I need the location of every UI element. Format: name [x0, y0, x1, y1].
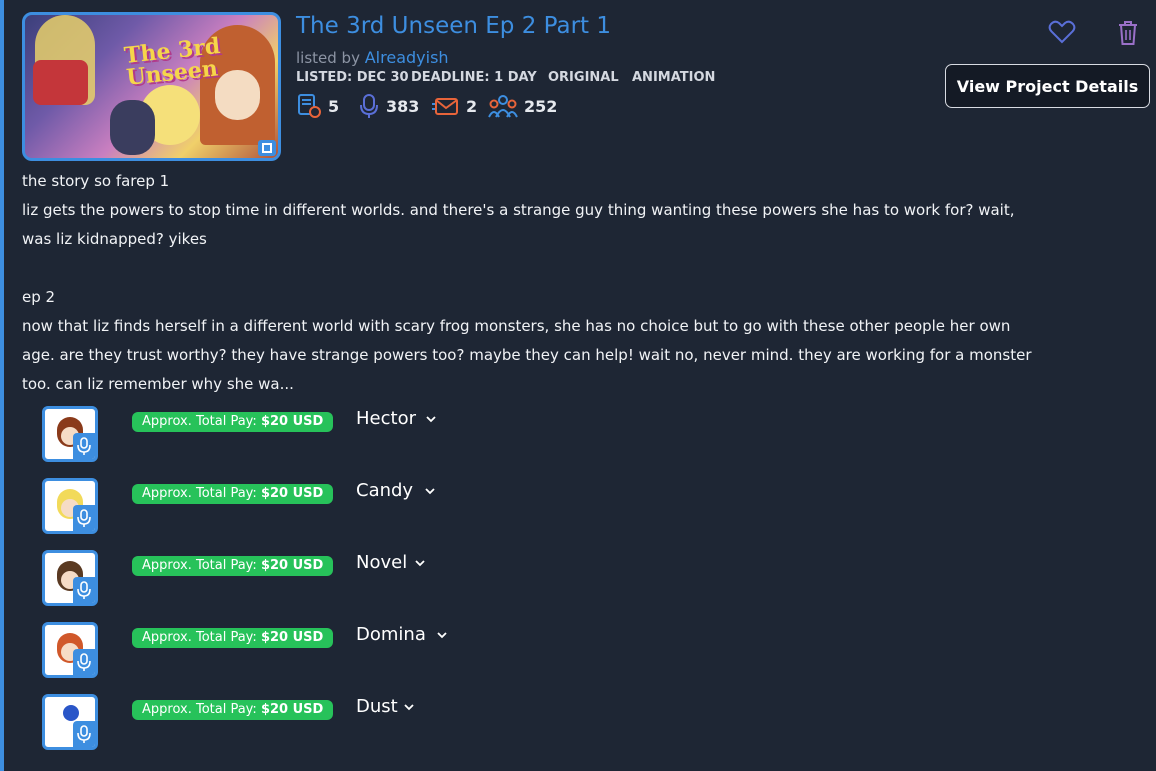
chevron-down-icon[interactable]: [404, 702, 414, 712]
microphone-icon: [73, 433, 95, 459]
pay-value: $20 USD: [260, 486, 324, 501]
stat-messages: 2: [432, 93, 477, 119]
listed-by-label: listed by: [296, 49, 360, 67]
stat-auditions: 383: [358, 93, 419, 119]
description-line: liz gets the powers to stop time in diff…: [22, 201, 1015, 219]
role-hector[interactable]: Approx. Total Pay: $20 USD Hector: [42, 406, 462, 464]
chevron-down-icon[interactable]: [415, 558, 425, 568]
stat-scripts: 5: [296, 93, 339, 119]
stat-value: 252: [524, 96, 558, 116]
stat-value: 5: [328, 96, 340, 116]
people-icon: [488, 95, 518, 118]
chevron-down-icon[interactable]: [426, 414, 436, 424]
view-project-details-button[interactable]: View Project Details: [945, 64, 1150, 108]
thumbnail-character: [33, 60, 88, 105]
description-line: was liz kidnapped? yikes: [22, 230, 207, 248]
trash-icon[interactable]: [1118, 19, 1138, 47]
role-novel[interactable]: Approx. Total Pay: $20 USD Novel: [42, 550, 462, 608]
deadline: DEADLINE: 1 DAY: [411, 70, 537, 85]
description-line: now that liz finds herself in a differen…: [22, 317, 1011, 335]
film-icon: [258, 140, 276, 156]
avatar[interactable]: [42, 622, 98, 678]
heart-icon[interactable]: [1048, 19, 1076, 45]
stat-followers: 252: [488, 93, 557, 119]
pay-badge: Approx. Total Pay: $20 USD: [132, 556, 334, 576]
pay-value: $20 USD: [260, 702, 324, 717]
role-name[interactable]: Dust: [356, 696, 398, 717]
project-thumbnail[interactable]: The 3rd Unseen: [22, 12, 281, 161]
pay-label: Approx. Total Pay:: [142, 414, 257, 429]
pay-label: Approx. Total Pay:: [142, 558, 257, 573]
role-name[interactable]: Novel: [356, 552, 407, 573]
role-dust[interactable]: Approx. Total Pay: $20 USD Dust: [42, 694, 462, 752]
microphone-icon: [73, 577, 95, 603]
project-category: ANIMATION: [632, 70, 716, 85]
role-domina[interactable]: Approx. Total Pay: $20 USD Domina: [42, 622, 462, 680]
microphone-icon: [360, 94, 378, 118]
avatar[interactable]: [42, 694, 98, 750]
script-icon: [298, 94, 321, 118]
avatar[interactable]: [42, 406, 98, 462]
role-candy[interactable]: Approx. Total Pay: $20 USD Candy: [42, 478, 462, 536]
microphone-icon: [73, 505, 95, 531]
pay-badge: Approx. Total Pay: $20 USD: [132, 628, 334, 648]
description-line: the story so farep 1: [22, 172, 170, 190]
author-link[interactable]: Alreadyish: [365, 48, 449, 67]
project-type: ORIGINAL: [548, 70, 619, 85]
project-card: The 3rd Unseen The 3rd Unseen Ep 2 Part …: [0, 0, 1156, 771]
listed-date: LISTED: DEC 30: [296, 70, 409, 85]
role-name[interactable]: Hector: [356, 408, 416, 429]
pay-value: $20 USD: [260, 630, 324, 645]
avatar[interactable]: [42, 550, 98, 606]
thumbnail-character: [110, 100, 155, 155]
pay-value: $20 USD: [260, 558, 324, 573]
avatar[interactable]: [42, 478, 98, 534]
role-name[interactable]: Domina: [356, 624, 426, 645]
description-line: ep 2: [22, 288, 56, 306]
microphone-icon: [73, 721, 95, 747]
role-name[interactable]: Candy: [356, 480, 413, 501]
pay-label: Approx. Total Pay:: [142, 630, 257, 645]
project-title[interactable]: The 3rd Unseen Ep 2 Part 1: [296, 13, 611, 39]
chevron-down-icon[interactable]: [437, 630, 447, 640]
listed-by: listed by Alreadyish: [296, 48, 449, 67]
character-art: [63, 705, 79, 721]
stat-value: 383: [386, 96, 420, 116]
pay-label: Approx. Total Pay:: [142, 486, 257, 501]
pay-badge: Approx. Total Pay: $20 USD: [132, 412, 334, 432]
description-line: too. can liz remember why she wa...: [22, 375, 294, 393]
pay-badge: Approx. Total Pay: $20 USD: [132, 700, 334, 720]
stat-value: 2: [466, 96, 478, 116]
pay-label: Approx. Total Pay:: [142, 702, 257, 717]
microphone-icon: [73, 649, 95, 675]
chevron-down-icon[interactable]: [425, 486, 435, 496]
mail-icon: [432, 98, 458, 115]
pay-value: $20 USD: [260, 414, 324, 429]
description-line: age. are they trust worthy? they have st…: [22, 346, 1032, 364]
pay-badge: Approx. Total Pay: $20 USD: [132, 484, 334, 504]
